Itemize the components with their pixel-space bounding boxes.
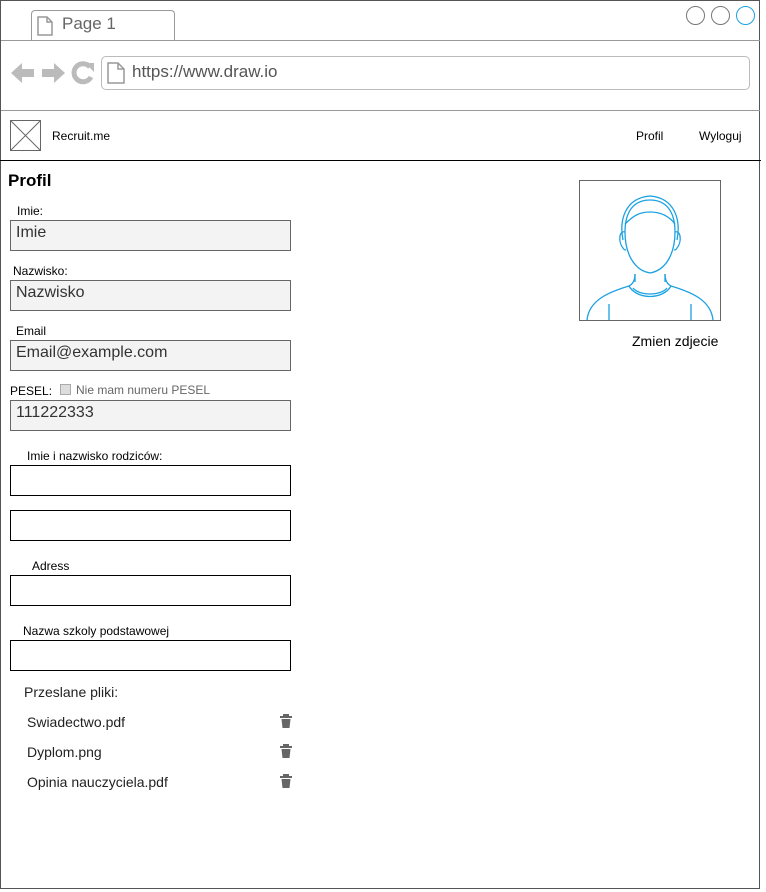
- window-button-maximize[interactable]: [711, 6, 730, 25]
- pesel-label: PESEL:: [10, 384, 53, 398]
- email-value: Email@example.com: [16, 344, 168, 361]
- first-name-field[interactable]: [10, 220, 291, 251]
- change-photo-link[interactable]: Zmien zdjecie: [632, 333, 718, 349]
- trash-icon[interactable]: [280, 744, 292, 758]
- address-label: Adress: [32, 559, 70, 573]
- nav-link-profile[interactable]: Profil: [636, 129, 663, 143]
- school-field[interactable]: [10, 640, 291, 671]
- last-name-label: Nazwisko:: [13, 264, 68, 278]
- page-icon: [107, 62, 125, 84]
- file-item[interactable]: Dyplom.png: [27, 744, 102, 760]
- first-name-value: Imie: [16, 224, 47, 241]
- window-button-minimize[interactable]: [686, 6, 705, 25]
- reload-icon[interactable]: [71, 61, 95, 85]
- parent1-field[interactable]: [10, 465, 291, 496]
- last-name-value: Nazwisko: [16, 284, 85, 301]
- avatar: [579, 180, 721, 321]
- school-label: Nazwa szkoly podstawowej: [23, 624, 170, 638]
- brand-name[interactable]: Recruit.me: [52, 129, 110, 143]
- parents-label: Imie i nazwisko rodziców:: [27, 449, 163, 463]
- tab-divider: [1, 40, 760, 41]
- forward-arrow-icon[interactable]: [41, 62, 65, 84]
- uploaded-files-heading: Przeslane pliki:: [24, 684, 119, 700]
- window-button-close[interactable]: [736, 6, 755, 25]
- address-field[interactable]: [10, 575, 291, 606]
- email-label: Email: [16, 324, 47, 338]
- trash-icon[interactable]: [280, 714, 292, 728]
- page-title: Profil: [8, 171, 52, 190]
- no-pesel-checkbox-label[interactable]: Nie mam numeru PESEL: [76, 383, 210, 397]
- first-name-label: Imie:: [17, 204, 44, 218]
- tab-label: Page 1: [62, 14, 116, 33]
- nav-link-logout[interactable]: Wyloguj: [699, 129, 742, 143]
- logo-placeholder-icon: [10, 120, 41, 151]
- pesel-value: 111222333: [16, 404, 94, 421]
- back-arrow-icon[interactable]: [11, 62, 35, 84]
- file-item[interactable]: Swiadectwo.pdf: [27, 714, 125, 730]
- toolbar-divider: [1, 110, 760, 111]
- navbar-divider: [0, 160, 761, 161]
- parent2-field[interactable]: [10, 510, 291, 541]
- url-text[interactable]: https://www.draw.io: [132, 62, 278, 82]
- no-pesel-checkbox[interactable]: [60, 384, 71, 395]
- page-icon: [37, 16, 53, 36]
- trash-icon[interactable]: [280, 774, 292, 788]
- file-item[interactable]: Opinia nauczyciela.pdf: [27, 774, 168, 790]
